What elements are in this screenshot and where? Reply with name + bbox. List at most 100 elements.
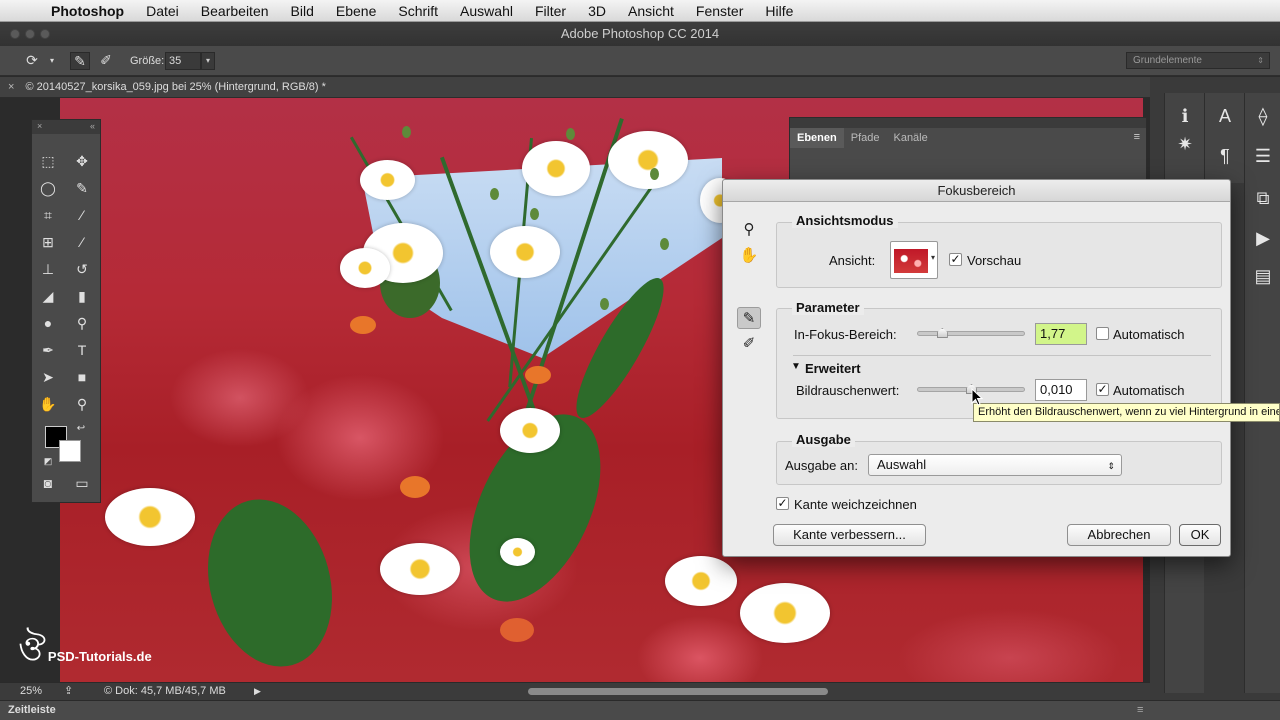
layers-panel-header[interactable] — [790, 118, 1146, 128]
healing-brush-icon[interactable]: ⊞ — [37, 231, 59, 253]
in-focus-value-field[interactable]: 1,77 — [1035, 323, 1087, 345]
panel-menu-icon[interactable]: ≡ — [1134, 131, 1140, 143]
zoom-window-button[interactable] — [40, 29, 50, 39]
actions-play-icon[interactable]: ▶ — [1248, 223, 1278, 253]
menu-auswahl[interactable]: Auswahl — [449, 3, 524, 19]
menu-ansicht[interactable]: Ansicht — [617, 3, 685, 19]
minimize-window-button[interactable] — [25, 29, 35, 39]
hand-icon[interactable]: ✋ — [37, 393, 59, 415]
menu-bearbeiten[interactable]: Bearbeiten — [190, 3, 280, 19]
menu-ebene[interactable]: Ebene — [325, 3, 387, 19]
view-mode-thumbnail-select[interactable]: ▾ — [890, 241, 938, 279]
tab-channels[interactable]: Kanäle — [886, 128, 934, 148]
background-color-swatch[interactable] — [59, 440, 81, 462]
clone-stamp-icon[interactable]: ⊥ — [37, 258, 59, 280]
type-icon[interactable]: T — [71, 339, 93, 361]
focus-area-subtract-tool-icon[interactable]: ✐ — [737, 333, 761, 355]
marquee-icon[interactable]: ⬚ — [37, 150, 59, 172]
panel-column: ⟠ ☰ ⧉ ▶ ▤ — [1244, 93, 1280, 693]
notes-icon[interactable]: ▤ — [1248, 261, 1278, 291]
paragraph-icon[interactable]: ¶ — [1210, 141, 1240, 171]
zoom-icon[interactable]: ⚲ — [737, 219, 761, 241]
menu-3d[interactable]: 3D — [577, 3, 617, 19]
output-to-select[interactable]: Auswahl ⇕ — [868, 454, 1122, 476]
collapse-panel-icon[interactable]: « — [90, 121, 95, 131]
preview-checkbox[interactable]: ✓ — [949, 253, 962, 266]
size-dropdown[interactable]: ▾ — [201, 52, 215, 70]
screen-mode-icon[interactable]: ▭ — [71, 472, 93, 494]
size-input[interactable]: 35 — [165, 52, 201, 70]
tool-preset-icon[interactable]: ⟳ — [22, 52, 42, 70]
hand-icon[interactable]: ✋ — [737, 245, 761, 267]
tools-panel-header[interactable]: × « — [32, 120, 100, 134]
noise-value-field[interactable]: 0,010 — [1035, 379, 1087, 401]
quick-mask-icon[interactable]: ◙ — [37, 472, 59, 494]
menu-app[interactable]: Photoshop — [40, 3, 135, 19]
path-selection-icon[interactable]: ➤ — [37, 366, 59, 388]
chevron-updown-icon: ⇕ — [1107, 461, 1115, 471]
subtract-from-selection-brush-icon[interactable]: ✐ — [96, 52, 116, 70]
brush-icon[interactable]: ⁄ — [71, 231, 93, 253]
soften-edge-checkbox[interactable]: ✓ — [776, 497, 789, 510]
move-icon[interactable]: ✥ — [71, 150, 93, 172]
tab-paths[interactable]: Pfade — [844, 128, 887, 148]
share-icon[interactable]: ⇪ — [64, 683, 73, 700]
blur-icon[interactable]: ● — [37, 312, 59, 334]
close-panel-icon[interactable]: × — [37, 121, 42, 131]
rectangle-icon[interactable]: ■ — [71, 366, 93, 388]
default-colors-icon[interactable]: ◩ — [37, 450, 59, 472]
close-window-button[interactable] — [10, 29, 20, 39]
menu-fenster[interactable]: Fenster — [685, 3, 754, 19]
quick-selection-icon[interactable]: ✎ — [71, 177, 93, 199]
menu-schrift[interactable]: Schrift — [387, 3, 449, 19]
tool-preset-dropdown-icon[interactable]: ▾ — [42, 52, 62, 70]
swap-colors-icon[interactable]: ↩ — [70, 418, 92, 440]
in-focus-slider[interactable] — [917, 331, 1025, 336]
orange-flower — [525, 366, 551, 384]
close-tab-icon[interactable]: × — [8, 81, 14, 93]
tab-layers[interactable]: Ebenen — [790, 128, 844, 148]
disclosure-triangle-icon[interactable]: ▼ — [791, 361, 801, 372]
advanced-label[interactable]: Erweitert — [805, 361, 861, 376]
character-icon[interactable]: A — [1210, 101, 1240, 131]
flower-bud — [490, 188, 499, 200]
properties-icon[interactable]: ☰ — [1248, 141, 1278, 171]
document-tab[interactable]: × © 20140527_korsika_059.jpg bei 25% (Hi… — [0, 77, 1150, 98]
eraser-icon[interactable]: ◢ — [37, 285, 59, 307]
history-icon[interactable]: ⧉ — [1248, 183, 1278, 213]
menu-hilfe[interactable]: Hilfe — [754, 3, 804, 19]
status-menu-arrow-icon[interactable]: ▶ — [254, 683, 261, 700]
menu-filter[interactable]: Filter — [524, 3, 577, 19]
adjustments-icon[interactable]: ⟠ — [1248, 101, 1278, 131]
zoom-level[interactable]: 25% — [20, 683, 42, 700]
add-to-selection-brush-icon[interactable]: ✎ — [70, 52, 90, 70]
crop-icon[interactable]: ⌗ — [37, 204, 59, 226]
refine-edge-button[interactable]: Kante verbessern... — [773, 524, 926, 546]
focus-area-add-tool-icon[interactable]: ✎ — [737, 307, 761, 329]
preview-label: Vorschau — [967, 253, 1022, 268]
info-icon[interactable]: ℹ — [1170, 101, 1200, 131]
ok-button[interactable]: OK — [1179, 524, 1221, 546]
dodge-icon[interactable]: ⚲ — [71, 312, 93, 334]
menu-bild[interactable]: Bild — [280, 3, 325, 19]
history-brush-icon[interactable]: ↺ — [71, 258, 93, 280]
eyedropper-icon[interactable]: ⁄ — [71, 204, 93, 226]
menu-datei[interactable]: Datei — [135, 3, 190, 19]
window-title-bar: Adobe Photoshop CC 2014 — [0, 22, 1280, 46]
navigator-icon[interactable]: ✷ — [1170, 129, 1200, 159]
noise-auto-checkbox[interactable]: ✓ — [1096, 383, 1109, 396]
timeline-label[interactable]: Zeitleiste — [8, 704, 56, 716]
panel-menu-icon[interactable]: ≡ — [1137, 701, 1143, 720]
lasso-icon[interactable]: ◯ — [37, 177, 59, 199]
orange-flower — [350, 316, 376, 334]
horizontal-scrollbar[interactable] — [528, 688, 828, 695]
workspace-select[interactable]: Grundelemente ⇕ — [1126, 52, 1270, 69]
in-focus-auto-checkbox[interactable] — [1096, 327, 1109, 340]
cancel-button[interactable]: Abbrechen — [1067, 524, 1171, 546]
document-info: © Dok: 45,7 MB/45,7 MB — [104, 685, 226, 697]
gradient-icon[interactable]: ▮ — [71, 285, 93, 307]
pen-icon[interactable]: ✒ — [37, 339, 59, 361]
white-flower — [490, 226, 560, 278]
layers-panel: Ebenen Pfade Kanäle ≡ — [789, 117, 1147, 183]
zoom-icon[interactable]: ⚲ — [71, 393, 93, 415]
